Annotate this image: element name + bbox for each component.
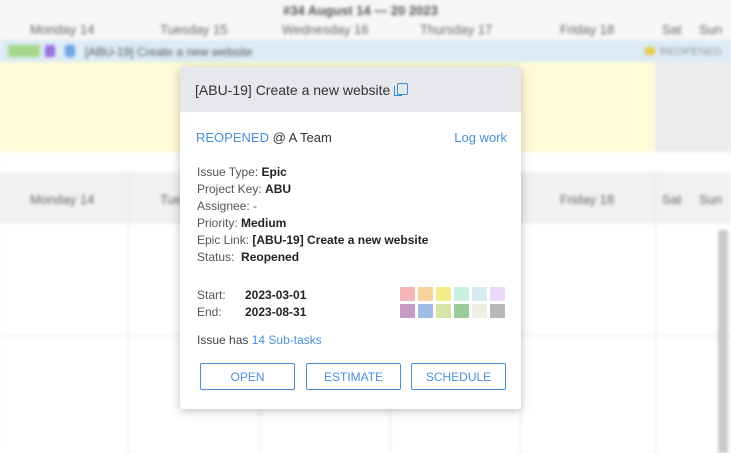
color-swatch[interactable] <box>454 304 469 318</box>
status-line: REOPENED @ A Team Log work <box>196 130 507 145</box>
field-issue-type: Issue Type: Epic <box>197 165 287 179</box>
day-header-wednesday: Wednesday 16 <box>282 22 369 37</box>
issue-fields: Issue Type: Epic Project Key: ABU Assign… <box>197 164 428 266</box>
field-project-key: Project Key: ABU <box>197 182 292 196</box>
day-header-sunday: Sun <box>699 22 723 37</box>
end-date: End: 2023-08-31 <box>197 305 307 319</box>
color-swatch[interactable] <box>454 287 469 301</box>
color-swatch[interactable] <box>400 304 415 318</box>
progress-chip <box>8 45 40 57</box>
field-priority: Priority: Medium <box>197 216 287 230</box>
color-swatch[interactable] <box>490 287 505 301</box>
day-header-thursday: Thursday 17 <box>420 22 493 37</box>
color-swatch[interactable] <box>400 287 415 301</box>
day-header-saturday: Sat <box>662 22 682 37</box>
team-label: @ A Team <box>272 130 332 145</box>
field-epic-link: Epic Link: [ABU-19] Create a new website <box>197 233 429 247</box>
week-title: #34 August 14 — 20 2023 <box>283 3 438 18</box>
color-swatch[interactable] <box>490 304 505 318</box>
grid-line <box>128 172 129 453</box>
subtasks-info: Issue has 14 Sub-tasks <box>197 333 322 347</box>
grid-day-saturday: Sat <box>662 192 682 207</box>
day-header-monday: Monday 14 <box>30 22 95 37</box>
color-swatch[interactable] <box>418 287 433 301</box>
color-palette <box>400 287 507 318</box>
field-assignee: Assignee: - <box>197 199 258 213</box>
color-swatch[interactable] <box>436 287 451 301</box>
task-row-status: REOPENED <box>660 46 722 58</box>
status-chip <box>645 47 655 55</box>
grid-line <box>655 172 656 453</box>
start-date: Start: 2023-03-01 <box>197 288 307 302</box>
task-row-title[interactable]: [ABU-19] Create a new website <box>85 45 252 59</box>
epic-icon <box>45 45 55 57</box>
issue-type-icon <box>65 45 75 57</box>
subtasks-link[interactable]: 14 Sub-tasks <box>252 333 322 347</box>
color-swatch[interactable] <box>472 287 487 301</box>
copy-icon[interactable] <box>394 82 409 96</box>
popup-header: [ABU-19] Create a new website <box>180 67 521 112</box>
color-swatch[interactable] <box>472 304 487 318</box>
weekend-area <box>655 62 731 152</box>
schedule-button[interactable]: SCHEDULE <box>411 363 506 390</box>
log-work-link[interactable]: Log work <box>454 130 507 145</box>
grid-day-sunday: Sun <box>699 192 723 207</box>
day-header-friday: Friday 18 <box>560 22 615 37</box>
issue-popup: [ABU-19] Create a new website REOPENED @… <box>180 67 521 409</box>
day-header-tuesday: Tuesday 15 <box>160 22 228 37</box>
open-button[interactable]: OPEN <box>200 363 295 390</box>
grid-day-monday: Monday 14 <box>30 192 95 207</box>
status-link[interactable]: REOPENED <box>196 130 269 145</box>
estimate-button[interactable]: ESTIMATE <box>306 363 401 390</box>
color-swatch[interactable] <box>418 304 433 318</box>
issue-title: [ABU-19] Create a new website <box>195 81 391 98</box>
grid-day-friday: Friday 18 <box>560 192 615 207</box>
grid-day-tuesday: Tue <box>160 192 182 207</box>
popup-actions: OPEN ESTIMATE SCHEDULE <box>200 363 506 390</box>
field-status: Status: Reopened <box>197 250 300 264</box>
color-swatch[interactable] <box>436 304 451 318</box>
issue-dates: Start: 2023-03-01 End: 2023-08-31 <box>197 287 306 321</box>
scrollbar[interactable] <box>718 230 728 453</box>
